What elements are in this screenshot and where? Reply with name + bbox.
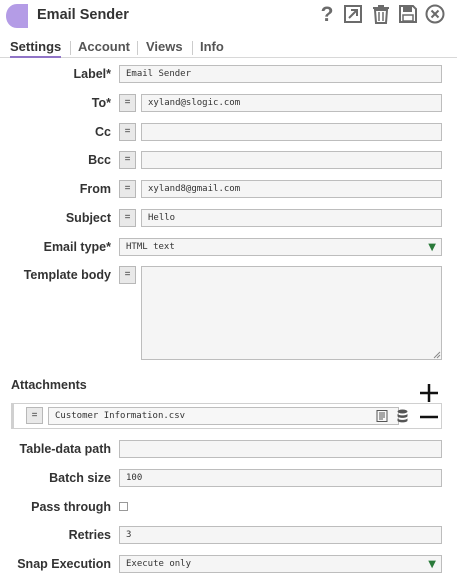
label-input[interactable]: Email Sender xyxy=(119,65,442,83)
dialog-header: Email Sender ? xyxy=(0,0,457,36)
snap-execution-value: Execute only xyxy=(126,559,192,569)
pass-through-checkbox[interactable] xyxy=(119,502,128,511)
from-input[interactable]: xyland8@gmail.com xyxy=(141,180,442,198)
snap-execution-select[interactable]: Execute only ▼ xyxy=(119,555,442,573)
document-list-icon[interactable] xyxy=(376,410,388,422)
table-data-path-input[interactable] xyxy=(119,440,442,458)
dropdown-caret-icon: ▼ xyxy=(428,559,436,570)
to-input[interactable]: xyland@slogic.com xyxy=(141,94,442,112)
bcc-field-label: Bcc xyxy=(88,153,111,167)
dialog-title: Email Sender xyxy=(37,7,129,23)
to-expression-toggle[interactable]: = xyxy=(119,94,136,112)
tab-info[interactable]: Info xyxy=(200,39,224,58)
email-type-field-label: Email type* xyxy=(43,240,111,254)
tab-separator xyxy=(137,41,138,55)
attachment-input[interactable]: Customer Information.csv xyxy=(48,407,399,425)
batch-size-input[interactable]: 100 xyxy=(119,469,442,487)
snap-execution-field-label: Snap Execution xyxy=(17,557,111,571)
cc-expression-toggle[interactable]: = xyxy=(119,123,136,141)
pass-through-field-label: Pass through xyxy=(31,500,111,514)
subject-input[interactable]: Hello xyxy=(141,209,442,227)
help-icon[interactable]: ? xyxy=(316,3,338,25)
bcc-input[interactable] xyxy=(141,151,442,169)
database-icon[interactable] xyxy=(397,409,408,423)
resize-handle-icon[interactable] xyxy=(433,351,441,359)
svg-text:?: ? xyxy=(321,3,334,25)
dropdown-caret-icon: ▼ xyxy=(428,242,436,253)
to-field-label: To* xyxy=(91,96,111,110)
tab-views[interactable]: Views xyxy=(146,39,183,58)
expand-icon[interactable] xyxy=(342,3,364,25)
cc-field-label: Cc xyxy=(95,125,111,139)
template-body-expression-toggle[interactable]: = xyxy=(119,266,136,284)
from-expression-toggle[interactable]: = xyxy=(119,180,136,198)
add-icon[interactable] xyxy=(419,383,439,403)
attachment-row: = Customer Information.csv xyxy=(11,403,442,429)
save-icon[interactable] xyxy=(397,3,419,25)
snap-logo-icon xyxy=(6,4,28,28)
tab-separator xyxy=(192,41,193,55)
email-type-value: HTML text xyxy=(126,242,175,252)
subject-expression-toggle[interactable]: = xyxy=(119,209,136,227)
subject-field-label: Subject xyxy=(65,211,111,225)
batch-size-field-label: Batch size xyxy=(49,471,111,485)
label-field-label: Label* xyxy=(73,67,111,81)
retries-field-label: Retries xyxy=(68,528,111,542)
from-field-label: From xyxy=(79,182,111,196)
bcc-expression-toggle[interactable]: = xyxy=(119,151,136,169)
retries-input[interactable]: 3 xyxy=(119,526,442,544)
attachment-expression-toggle[interactable]: = xyxy=(26,407,43,424)
tab-account[interactable]: Account xyxy=(78,39,130,58)
close-icon[interactable] xyxy=(424,3,446,25)
tab-bar: Settings Account Views Info xyxy=(0,38,457,58)
cc-input[interactable] xyxy=(141,123,442,141)
email-type-select[interactable]: HTML text ▼ xyxy=(119,238,442,256)
tab-settings[interactable]: Settings xyxy=(10,39,62,58)
template-body-field-label: Template body xyxy=(23,268,111,282)
trash-icon[interactable] xyxy=(370,3,392,25)
tab-separator xyxy=(70,41,71,55)
table-data-path-field-label: Table-data path xyxy=(19,442,111,456)
remove-icon[interactable] xyxy=(419,407,439,427)
attachments-section-label: Attachments xyxy=(11,378,87,392)
template-body-textarea[interactable] xyxy=(141,266,442,360)
